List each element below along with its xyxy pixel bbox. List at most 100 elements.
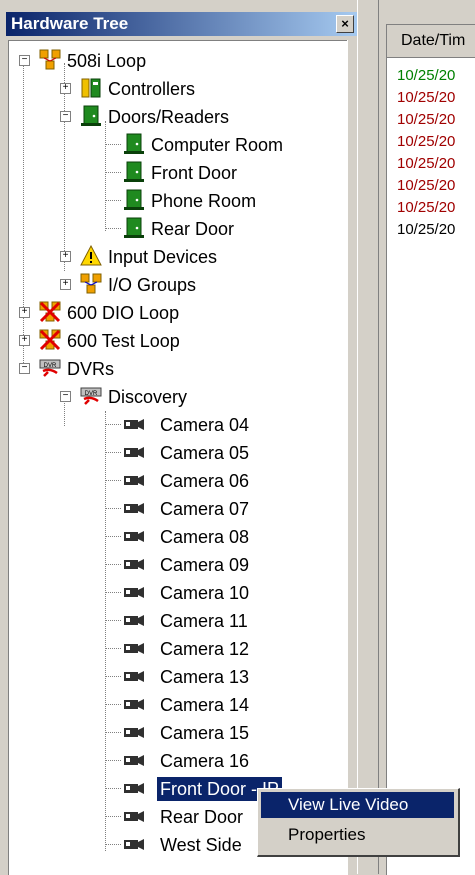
log-row-datetime[interactable]: 10/25/20 [397, 67, 455, 84]
camera-icon [124, 503, 144, 514]
collapse-toggle[interactable]: − [19, 363, 30, 374]
tree-label: Camera 11 [160, 611, 248, 631]
panel-title-bar: Hardware Tree × [6, 12, 358, 36]
io-groups-icon [80, 273, 102, 294]
tree-label: Front Door [151, 163, 238, 183]
log-row-datetime[interactable]: 10/25/20 [397, 89, 455, 106]
tree-line [105, 508, 121, 509]
tree-line [105, 844, 121, 845]
pane-splitter[interactable] [357, 0, 379, 874]
controllers-icon [81, 78, 101, 98]
hardware-tree[interactable]: − 508i Loop + Controllers − Doors/Reader… [8, 40, 348, 875]
tree-node-discovery[interactable]: − DVR Discovery [9, 383, 339, 411]
camera-icon [124, 727, 144, 738]
tree-label: Discovery [108, 387, 188, 407]
tree-node-600-test-loop[interactable]: + 600 Test Loop [9, 327, 339, 355]
tree-node-camera[interactable]: Camera 09 [9, 551, 339, 579]
collapse-toggle[interactable]: − [60, 111, 71, 122]
tree-line [105, 788, 121, 789]
tree-node-camera[interactable]: Camera 05 [9, 439, 339, 467]
tree-node-600-dio-loop[interactable]: + 600 DIO Loop [9, 299, 339, 327]
tree-line [105, 480, 121, 481]
tree-node-front-door[interactable]: Front Door [9, 159, 339, 187]
expand-toggle[interactable]: + [60, 251, 71, 262]
tree-node-dvrs[interactable]: − DVR DVRs [9, 355, 339, 383]
door-icon [124, 217, 144, 238]
tree-node-camera[interactable]: Camera 14 [9, 691, 339, 719]
tree-line [105, 228, 121, 229]
tree-node-camera[interactable]: Camera 12 [9, 635, 339, 663]
tree-node-camera[interactable]: Camera 15 [9, 719, 339, 747]
tree-line [105, 760, 121, 761]
tree-node-computer-room[interactable]: Computer Room [9, 131, 339, 159]
log-row-datetime[interactable]: 10/25/20 [397, 111, 455, 128]
log-row-datetime[interactable]: 10/25/20 [397, 199, 455, 216]
tree-label: Camera 06 [160, 471, 250, 491]
loop-offline-icon [39, 329, 61, 351]
camera-icon [124, 475, 144, 486]
warning-icon [80, 245, 102, 266]
collapse-toggle[interactable]: − [60, 391, 71, 402]
camera-icon [124, 839, 144, 850]
tree-node-camera[interactable]: Camera 13 [9, 663, 339, 691]
log-row-datetime[interactable]: 10/25/20 [397, 221, 455, 238]
tree-node-io-groups[interactable]: + I/O Groups [9, 271, 339, 299]
door-icon [124, 133, 144, 154]
menu-item-properties[interactable]: Properties [261, 822, 454, 848]
tree-label: Camera 04 [160, 415, 250, 435]
tree-label: Camera 05 [160, 443, 250, 463]
expand-toggle[interactable]: + [60, 279, 71, 290]
loop-icon [39, 49, 61, 70]
log-row-datetime[interactable]: 10/25/20 [397, 133, 455, 150]
camera-icon [124, 643, 144, 654]
tree-label: Camera 10 [160, 583, 250, 603]
camera-icon [124, 755, 144, 766]
tree-node-camera[interactable]: Camera 11 [9, 607, 339, 635]
tree-label: 600 DIO Loop [67, 303, 180, 323]
context-menu: View Live Video Properties [257, 788, 460, 857]
tree-node-phone-room[interactable]: Phone Room [9, 187, 339, 215]
tree-label: Camera 07 [160, 499, 250, 519]
hardware-tree-panel: Hardware Tree × − 508i Loop + Controller… [0, 0, 358, 875]
log-row-datetime[interactable]: 10/25/20 [397, 177, 455, 194]
tree-label: Controllers [108, 79, 196, 99]
tree-label: Rear Door [160, 807, 244, 827]
expand-toggle[interactable]: + [19, 335, 30, 346]
tree-node-camera[interactable]: Camera 16 [9, 747, 339, 775]
tree-label: 508i Loop [67, 51, 147, 71]
dvr-badge: DVR [44, 363, 57, 369]
tree-node-camera[interactable]: Camera 07 [9, 495, 339, 523]
camera-icon [124, 559, 144, 570]
expand-toggle[interactable]: + [19, 307, 30, 318]
collapse-toggle[interactable]: − [19, 55, 30, 66]
tree-node-controllers[interactable]: + Controllers [9, 75, 339, 103]
tree-line [105, 536, 121, 537]
log-row-datetime[interactable]: 10/25/20 [397, 155, 455, 172]
tree-node-camera[interactable]: Camera 10 [9, 579, 339, 607]
tree-line [105, 676, 121, 677]
tree-node-camera[interactable]: Camera 08 [9, 523, 339, 551]
tree-label: Input Devices [108, 247, 218, 267]
menu-item-view-live-video[interactable]: View Live Video [261, 792, 454, 818]
tree-node-input-devices[interactable]: + Input Devices [9, 243, 339, 271]
tree-node-508i-loop[interactable]: − 508i Loop [9, 47, 339, 75]
close-button[interactable]: × [336, 15, 354, 33]
tree-label: Camera 09 [160, 555, 250, 575]
tree-line [105, 816, 121, 817]
door-icon [124, 161, 144, 182]
tree-line [105, 452, 121, 453]
column-header-date-time[interactable]: Date/Tim [387, 25, 475, 58]
door-icon [124, 189, 144, 210]
tree-line [105, 592, 121, 593]
tree-label: Camera 08 [160, 527, 250, 547]
tree-node-camera[interactable]: Camera 06 [9, 467, 339, 495]
tree-node-rear-door[interactable]: Rear Door [9, 215, 339, 243]
tree-label: 600 Test Loop [67, 331, 180, 351]
dvr-badge: DVR [85, 391, 98, 397]
camera-icon [124, 447, 144, 458]
tree-node-camera[interactable]: Camera 04 [9, 411, 339, 439]
tree-node-doors-readers[interactable]: − Doors/Readers [9, 103, 339, 131]
tree-line [105, 732, 121, 733]
expand-toggle[interactable]: + [60, 83, 71, 94]
camera-icon [124, 671, 144, 682]
